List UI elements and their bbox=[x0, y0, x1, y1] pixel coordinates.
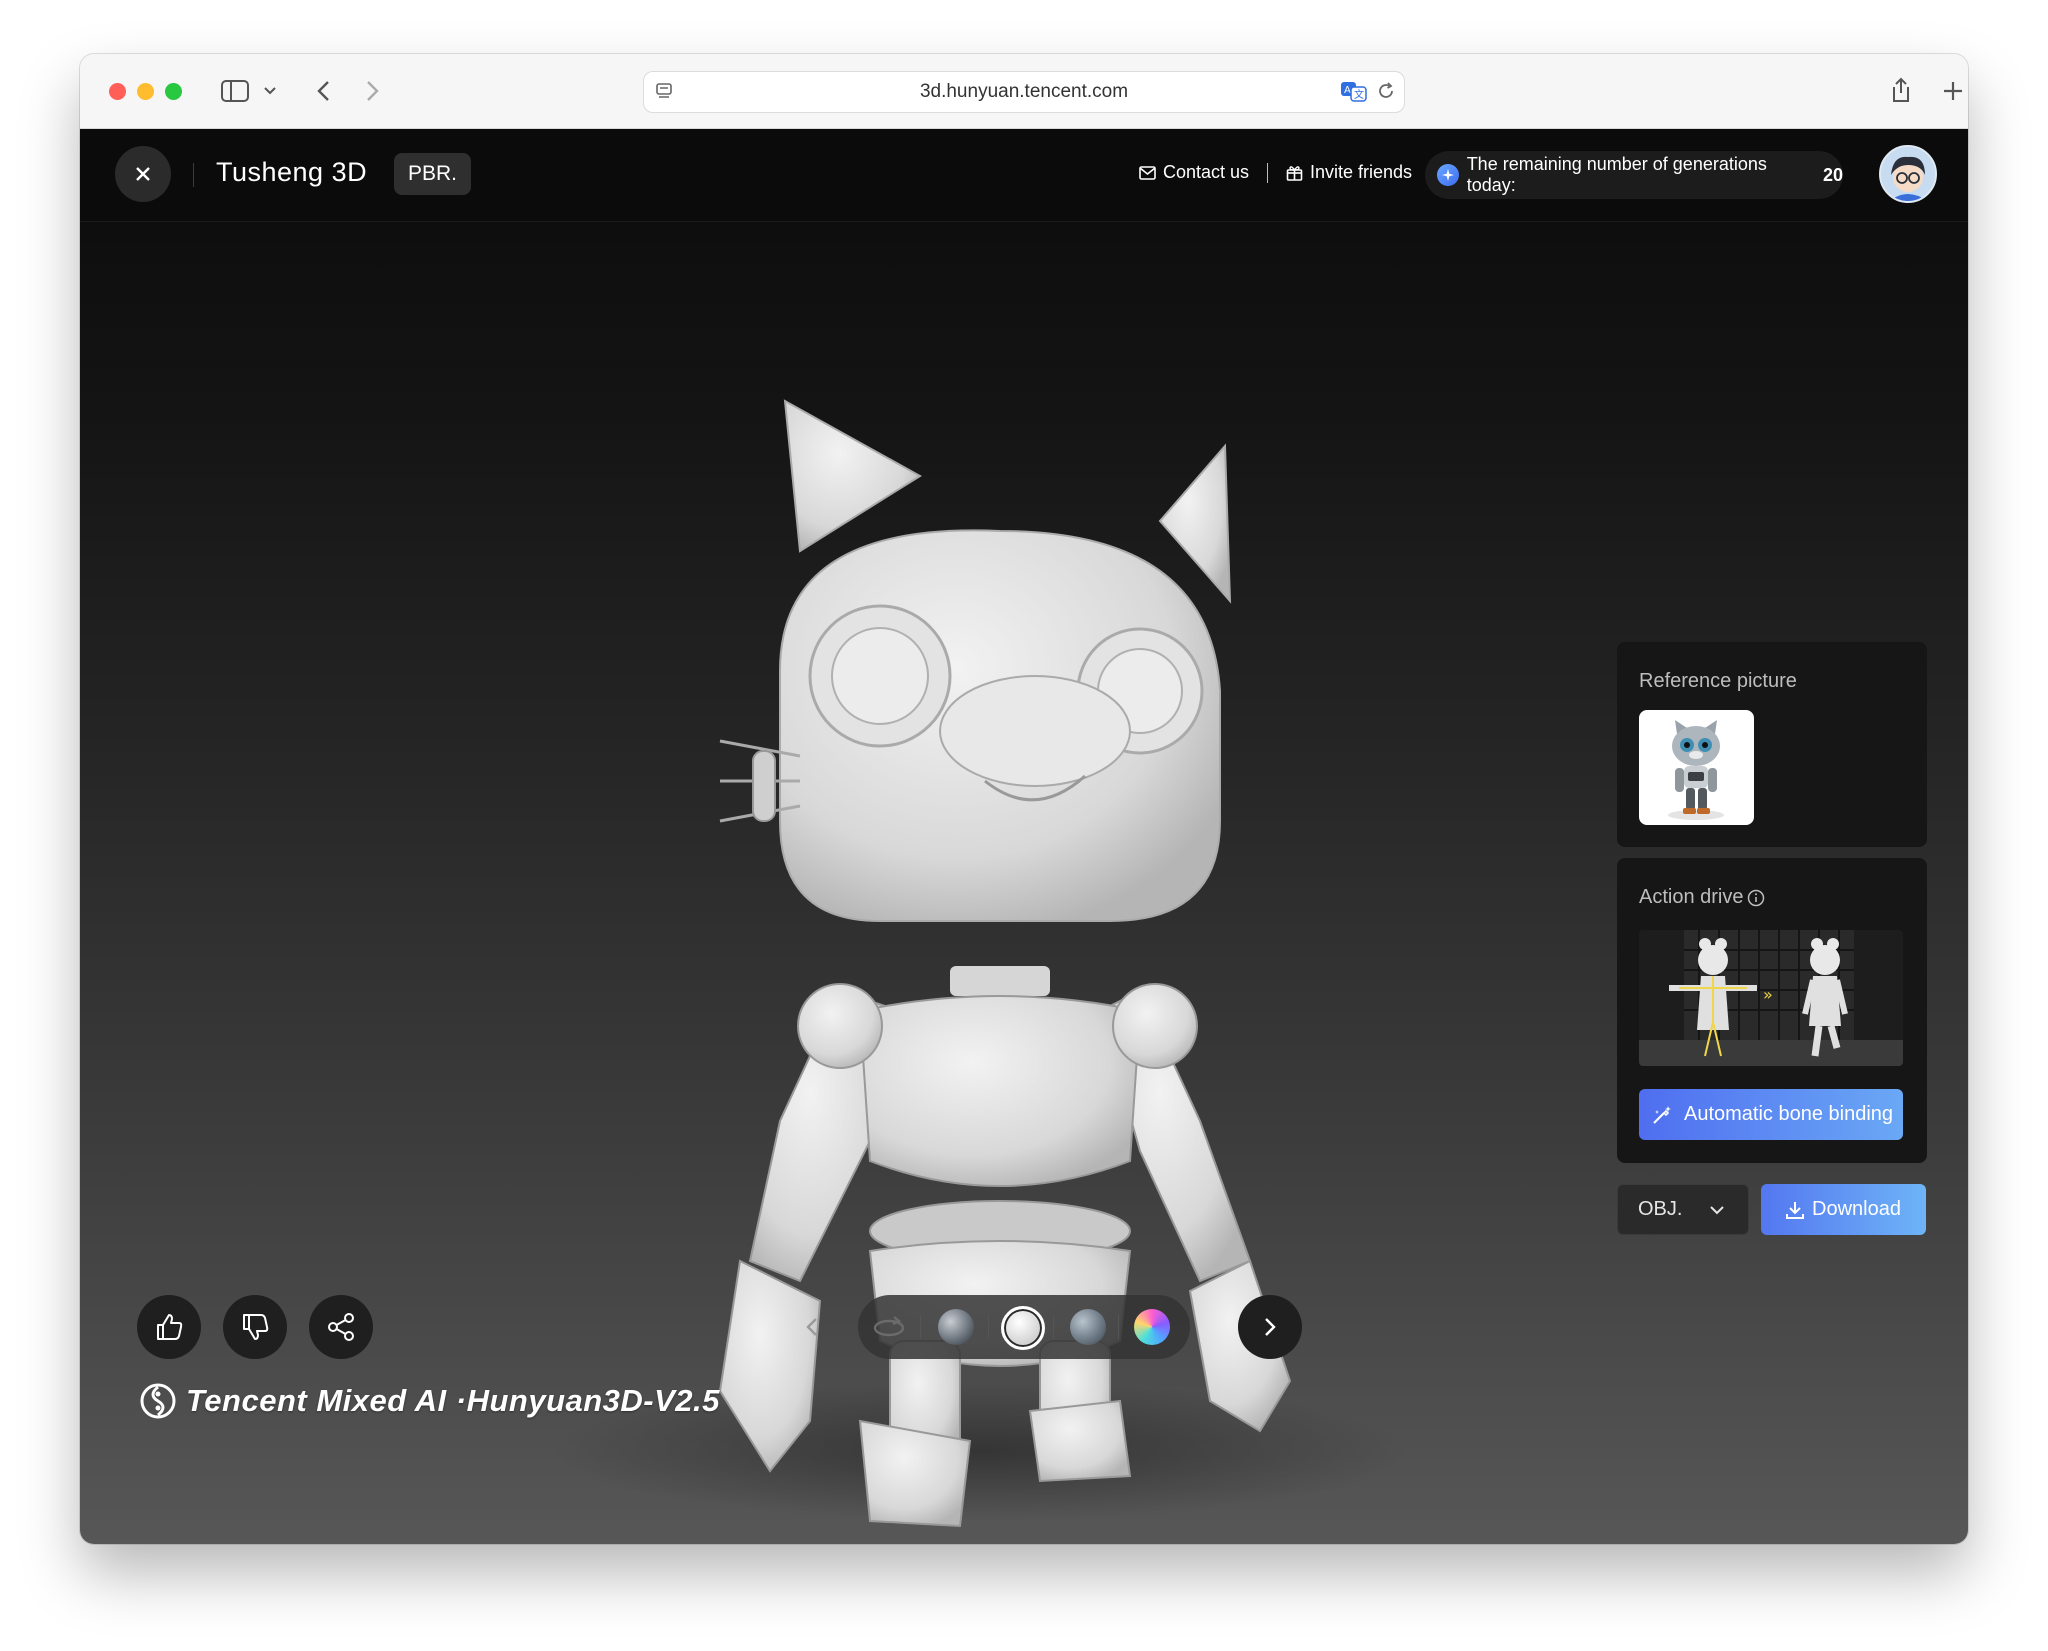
material-separator bbox=[1053, 1315, 1054, 1339]
hunyuan-logo-icon bbox=[140, 1383, 176, 1419]
chevron-left-icon bbox=[806, 1318, 817, 1336]
close-icon bbox=[136, 167, 150, 181]
chevron-right-icon bbox=[1265, 1318, 1276, 1336]
hunyuan-watermark: Tencent Mixed AI ·Hunyuan3D-V2.5 bbox=[140, 1383, 720, 1419]
share-icon[interactable] bbox=[1886, 74, 1916, 106]
chevron-down-icon[interactable] bbox=[260, 81, 280, 101]
white-clay-material-icon[interactable] bbox=[1001, 1306, 1045, 1350]
action-drive-panel: Action drive » Automatic bone binding bbox=[1617, 858, 1927, 1163]
browser-window: 3d.hunyuan.tencent.com A文 Tusheng 3D PBR… bbox=[80, 54, 1968, 1544]
magic-wand-icon bbox=[1653, 1105, 1671, 1124]
gift-icon bbox=[1286, 166, 1303, 181]
automatic-bone-binding-button[interactable]: Automatic bone binding bbox=[1639, 1089, 1903, 1140]
zoom-window-button[interactable] bbox=[165, 83, 182, 100]
format-value: OBJ. bbox=[1638, 1198, 1683, 1220]
action-drive-preview[interactable]: » bbox=[1639, 930, 1903, 1066]
page-title: Tusheng 3D bbox=[216, 157, 368, 187]
contact-us-link[interactable]: Contact us bbox=[1139, 162, 1249, 183]
app-header: Tusheng 3D PBR. Contact us Invite friend… bbox=[80, 129, 1968, 222]
action-drive-label: Action drive bbox=[1639, 886, 1744, 908]
browser-titlebar: 3d.hunyuan.tencent.com A文 bbox=[80, 54, 1968, 129]
sidebar-icon[interactable] bbox=[218, 76, 252, 106]
avatar-icon bbox=[1889, 156, 1927, 201]
reload-icon[interactable] bbox=[1376, 81, 1396, 107]
generations-count: 20 bbox=[1822, 164, 1843, 185]
new-tab-icon[interactable] bbox=[1938, 76, 1968, 106]
material-mode-bar bbox=[858, 1295, 1190, 1359]
svg-text:A: A bbox=[1344, 85, 1351, 96]
close-window-button[interactable] bbox=[109, 83, 126, 100]
share-button[interactable] bbox=[309, 1295, 373, 1359]
download-label: Download bbox=[1812, 1198, 1901, 1220]
header-separator bbox=[1267, 163, 1268, 183]
user-avatar[interactable] bbox=[1879, 145, 1937, 203]
like-button[interactable] bbox=[137, 1295, 201, 1359]
material-separator bbox=[1118, 1315, 1119, 1339]
sparkle-icon bbox=[1437, 164, 1459, 186]
contact-us-label: Contact us bbox=[1163, 162, 1250, 182]
header-divider bbox=[193, 163, 194, 187]
share-icon bbox=[328, 1313, 354, 1341]
download-button[interactable]: Download bbox=[1761, 1184, 1926, 1235]
action-drive-title: Action drive bbox=[1639, 886, 1765, 909]
material-separator bbox=[988, 1315, 989, 1339]
reference-thumbnail[interactable] bbox=[1639, 710, 1754, 825]
generations-label: The remaining number of generations toda… bbox=[1466, 154, 1767, 195]
translate-icon[interactable]: A文 bbox=[1340, 80, 1368, 108]
invite-friends-label: Invite friends bbox=[1310, 162, 1413, 182]
previous-view-button[interactable] bbox=[780, 1295, 844, 1359]
info-icon[interactable] bbox=[1747, 889, 1765, 907]
material-separator bbox=[920, 1315, 921, 1339]
noise-material-icon[interactable] bbox=[1070, 1309, 1106, 1345]
download-icon bbox=[1786, 1201, 1805, 1219]
url-text: 3d.hunyuan.tencent.com bbox=[919, 81, 1129, 102]
svg-text:文: 文 bbox=[1354, 88, 1364, 101]
textured-material-icon[interactable] bbox=[938, 1309, 974, 1345]
dislike-button[interactable] bbox=[223, 1295, 287, 1359]
thumbs-down-icon bbox=[243, 1314, 269, 1340]
pbr-badge: PBR. bbox=[394, 153, 472, 195]
rainbow-normal-material-icon[interactable] bbox=[1134, 1309, 1170, 1345]
automatic-bone-binding-label: Automatic bone binding bbox=[1684, 1103, 1894, 1125]
chevron-down-icon bbox=[1710, 1206, 1724, 1215]
svg-text:»: » bbox=[1763, 985, 1773, 1004]
back-icon[interactable] bbox=[308, 76, 338, 106]
invite-friends-link[interactable]: Invite friends bbox=[1286, 162, 1412, 183]
format-select[interactable]: OBJ. bbox=[1617, 1184, 1749, 1235]
reference-picture-panel: Reference picture bbox=[1617, 642, 1927, 847]
reference-picture-title: Reference picture bbox=[1639, 670, 1797, 692]
rotate-icon[interactable] bbox=[872, 1311, 906, 1343]
thumbs-up-icon bbox=[157, 1314, 183, 1340]
next-view-button[interactable] bbox=[1238, 1295, 1302, 1359]
mail-icon bbox=[1139, 165, 1156, 180]
close-button[interactable] bbox=[115, 146, 171, 202]
address-bar[interactable]: 3d.hunyuan.tencent.com A文 bbox=[643, 71, 1405, 113]
forward-icon[interactable] bbox=[358, 76, 388, 106]
generations-remaining: The remaining number of generations toda… bbox=[1425, 151, 1843, 199]
minimize-window-button[interactable] bbox=[137, 83, 154, 100]
app-viewport: Tusheng 3D PBR. Contact us Invite friend… bbox=[80, 129, 1968, 1544]
watermark-text: Tencent Mixed AI ·Hunyuan3D-V2.5 bbox=[186, 1383, 720, 1418]
page-info-icon[interactable] bbox=[654, 81, 674, 107]
